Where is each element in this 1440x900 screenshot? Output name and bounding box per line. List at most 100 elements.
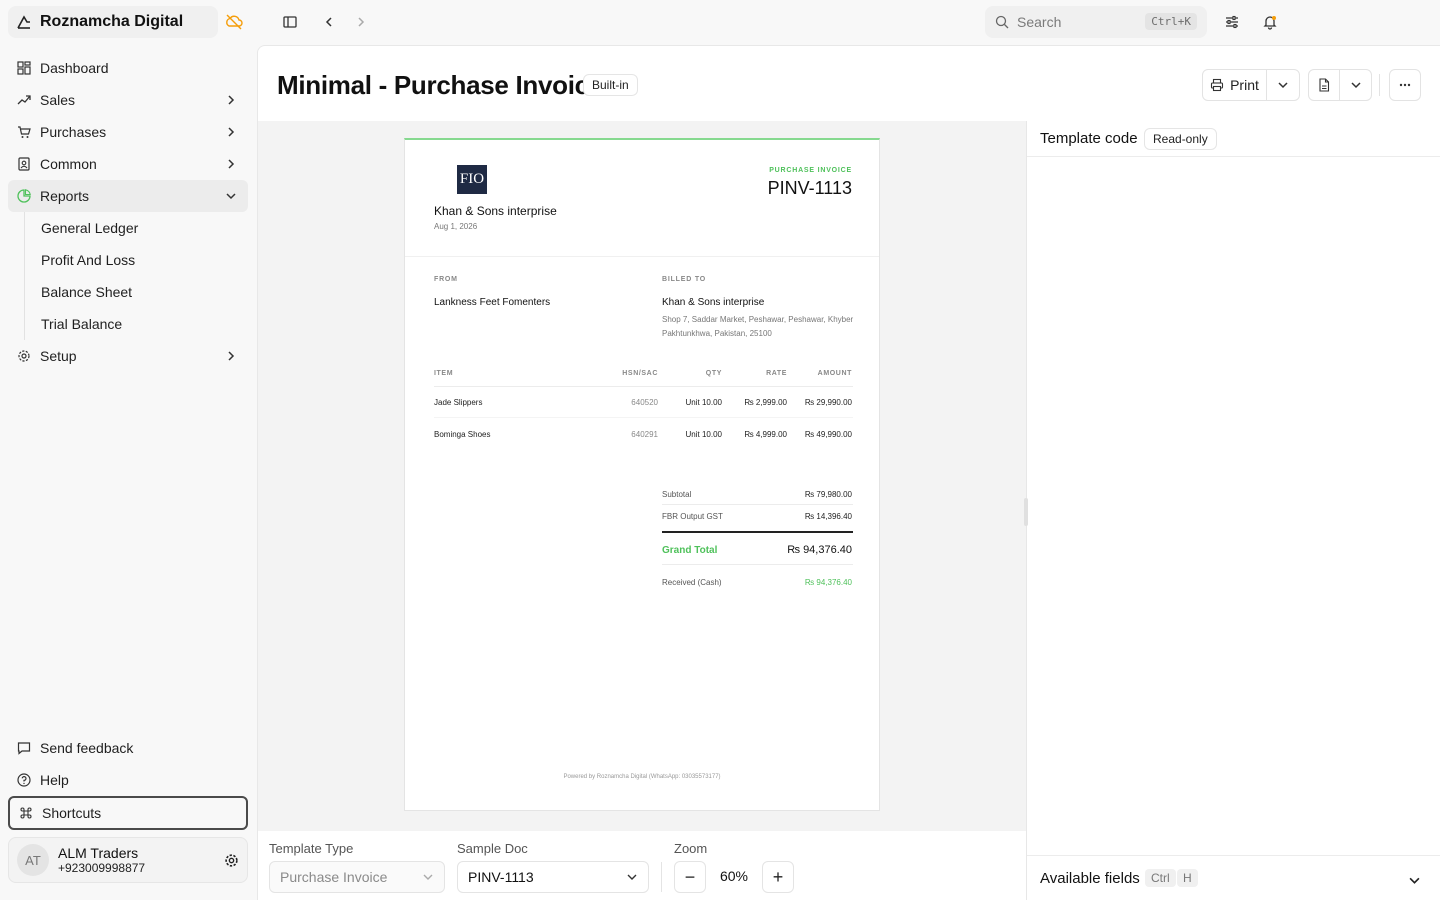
sidebar-item-reports[interactable]: Reports (8, 180, 248, 212)
back-icon[interactable] (317, 10, 341, 34)
sync-off-icon[interactable] (224, 12, 244, 32)
invoice-preview: FIO Khan & Sons interprise Aug 1, 2026 P… (404, 138, 880, 811)
trending-up-icon (16, 92, 32, 108)
sidebar-item-dashboard[interactable]: Dashboard (8, 52, 248, 84)
avatar: AT (17, 844, 49, 876)
sidebar-item-label: Purchases (40, 124, 107, 140)
company-logo: FIO (457, 165, 487, 194)
template-type-select[interactable]: Purchase Invoice (269, 861, 445, 893)
chevron-down-icon (422, 871, 434, 883)
minus-icon: − (684, 866, 696, 887)
sidebar-subitem-trial-balance[interactable]: Trial Balance (8, 308, 248, 340)
filters-icon[interactable] (1220, 10, 1244, 34)
chevron-right-icon (224, 125, 238, 139)
zoom-value: 60% (719, 868, 749, 884)
pdf-file-icon (1317, 78, 1331, 92)
shortcuts-label: Shortcuts (42, 805, 102, 821)
col-rate: RATE (766, 370, 787, 377)
grand-total-label: Grand Total (662, 545, 718, 556)
subtotal-value: ₨ 79,980.00 (804, 490, 852, 499)
zoom-in-button[interactable]: + (762, 861, 794, 893)
tax-label: FBR Output GST (662, 512, 723, 521)
row-qty: Unit 10.00 (685, 430, 722, 439)
row-separator (434, 417, 853, 418)
search-placeholder: Search (1017, 14, 1062, 30)
print-button-group: Print (1202, 69, 1300, 101)
col-hsn: HSN/SAC (622, 370, 658, 377)
chevron-right-icon (224, 157, 238, 171)
grand-total-value: ₨ 94,376.40 (787, 544, 852, 556)
sidebar-item-common[interactable]: Common (8, 148, 248, 180)
sample-doc-label: Sample Doc (457, 841, 528, 856)
search-icon (995, 15, 1009, 29)
built-in-badge: Built-in (583, 74, 638, 96)
sidebar: Roznamcha Digital Dashboard Sales Purcha… (0, 0, 256, 900)
settings-gear-icon[interactable] (221, 850, 241, 870)
available-fields-heading[interactable]: Available fields (1040, 870, 1140, 887)
more-horizontal-icon (1390, 70, 1420, 100)
sample-doc-select[interactable]: PINV-1113 (457, 861, 649, 893)
app-name: Roznamcha Digital (40, 13, 184, 30)
user-card[interactable]: AT ALM Traders +923009998877 (8, 837, 248, 883)
forward-icon[interactable] (349, 10, 373, 34)
toggle-sidebar-icon[interactable] (278, 10, 302, 34)
sidebar-subitem-profit-and-loss[interactable]: Profit And Loss (8, 244, 248, 276)
sample-doc-value: PINV-1113 (468, 869, 534, 885)
plus-icon: + (772, 866, 784, 887)
message-icon (16, 740, 32, 756)
more-options-button[interactable] (1389, 69, 1421, 101)
zoom-out-button[interactable]: − (674, 861, 706, 893)
sidebar-item-purchases[interactable]: Purchases (8, 116, 248, 148)
print-label: Print (1230, 77, 1259, 93)
row-hsn: 640520 (631, 398, 658, 407)
sidebar-item-label: Dashboard (40, 60, 109, 76)
user-name: ALM Traders (58, 844, 139, 861)
chevron-right-icon (224, 349, 238, 363)
sidebar-subitem-general-ledger[interactable]: General Ledger (8, 212, 248, 244)
sidebar-footer: Send feedback Help Shortcuts (8, 732, 248, 830)
main-nav: Dashboard Sales Purchases Common Reports… (8, 52, 248, 372)
sidebar-item-label: Sales (40, 92, 76, 108)
export-pdf-button[interactable] (1309, 70, 1340, 100)
header-separator (405, 256, 879, 257)
template-type-label: Template Type (269, 841, 354, 856)
sidebar-item-label: Setup (40, 348, 77, 364)
table-header-line (434, 386, 853, 387)
sidebar-item-label: Reports (40, 188, 90, 204)
row-item: Jade Slippers (434, 398, 483, 407)
print-options-button[interactable] (1267, 70, 1299, 100)
export-options-button[interactable] (1340, 70, 1371, 100)
invoice-doc-type: PURCHASE INVOICE (769, 167, 852, 174)
chevron-right-icon (224, 93, 238, 107)
printer-icon (1210, 78, 1224, 92)
send-feedback-link[interactable]: Send feedback (8, 732, 248, 764)
export-button-group (1308, 69, 1372, 101)
app-switcher[interactable]: Roznamcha Digital (8, 6, 218, 38)
sidebar-subitem-balance-sheet[interactable]: Balance Sheet (8, 276, 248, 308)
app-logo-icon (16, 14, 32, 30)
search-shortcut: Ctrl+K (1145, 13, 1197, 30)
help-link[interactable]: Help (8, 764, 248, 796)
chevron-down-icon (626, 871, 638, 883)
chevron-down-icon[interactable] (1406, 872, 1422, 888)
powered-by-footer: Powered by Roznamcha Digital (WhatsApp: … (563, 774, 721, 780)
shortcuts-link[interactable]: Shortcuts (8, 796, 248, 830)
main-panel: Minimal - Purchase Invoice Built-in Prin… (257, 45, 1440, 900)
sidebar-item-setup[interactable]: Setup (8, 340, 248, 372)
print-button[interactable]: Print (1203, 70, 1267, 100)
received-value: ₨ 94,376.40 (804, 578, 852, 587)
controls-divider (661, 862, 662, 892)
row-qty: Unit 10.00 (685, 398, 722, 407)
sidebar-item-sales[interactable]: Sales (8, 84, 248, 116)
grand-total-bottom-line (662, 564, 853, 565)
template-type-value: Purchase Invoice (280, 869, 388, 885)
template-code-editor[interactable] (1027, 157, 1440, 855)
kbd-h: H (1177, 869, 1198, 887)
notification-bell-icon[interactable] (1258, 10, 1282, 34)
row-rate: ₨ 2,999.00 (744, 398, 787, 407)
pie-chart-icon (16, 188, 32, 204)
search-bar[interactable]: Search Ctrl+K (985, 6, 1207, 38)
chevron-down-icon (1350, 80, 1361, 90)
kbd-ctrl: Ctrl (1145, 869, 1176, 887)
help-label: Help (40, 772, 69, 788)
